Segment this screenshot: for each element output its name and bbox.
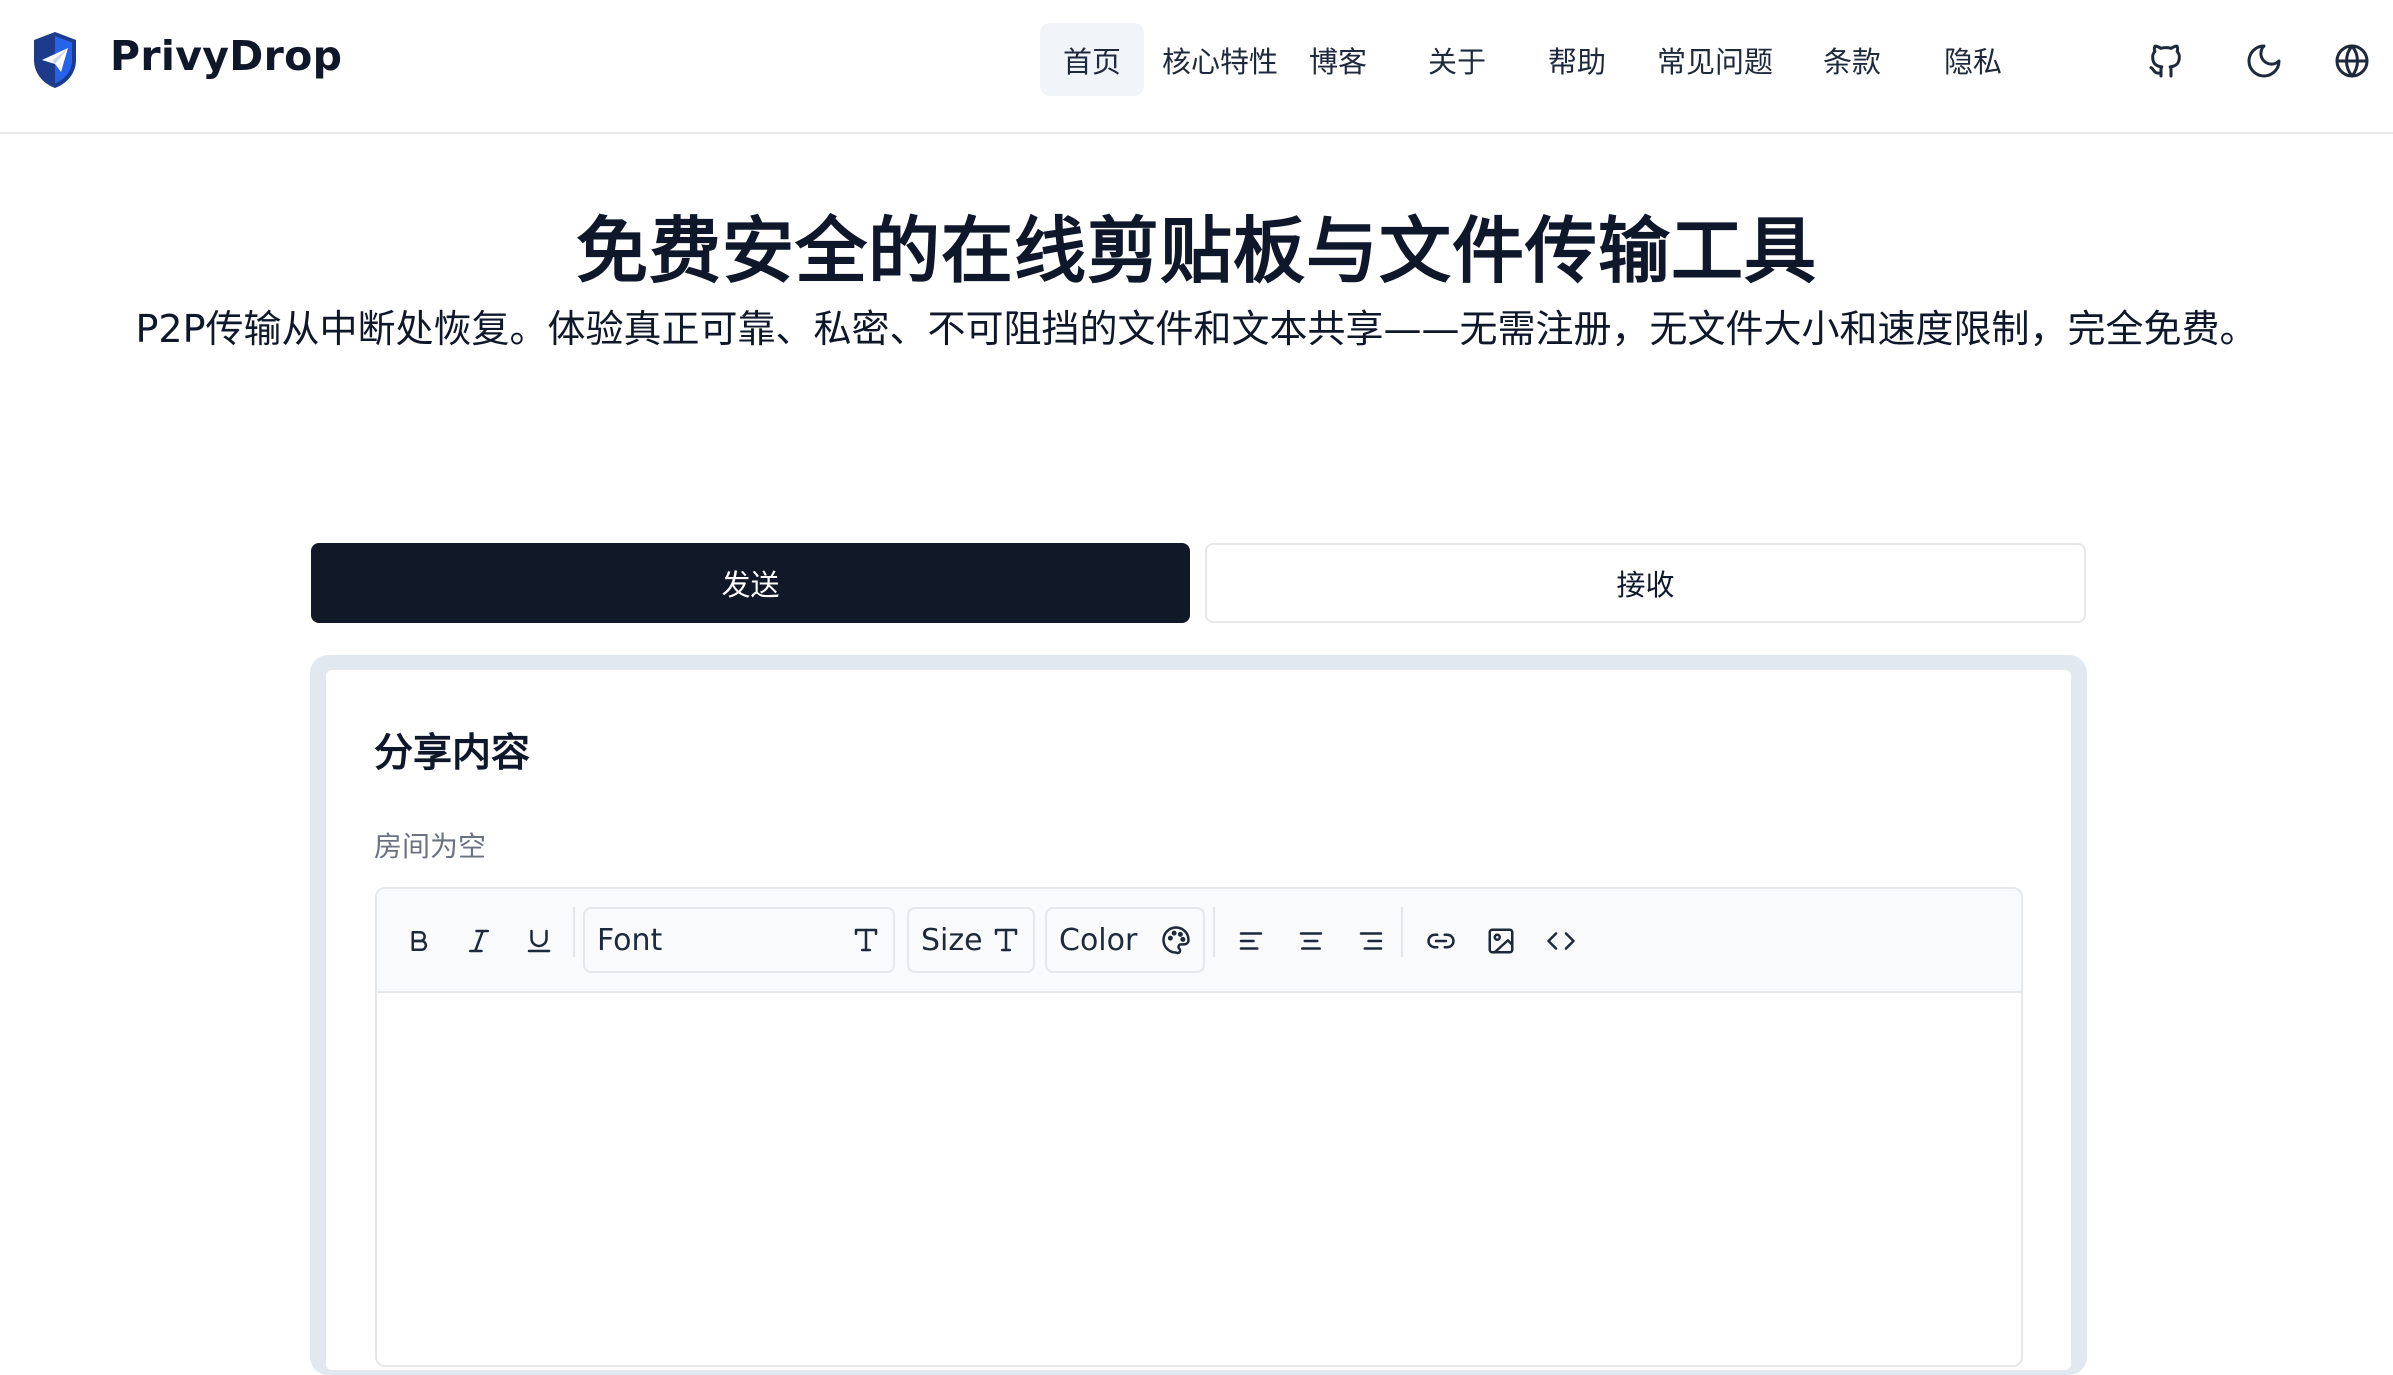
align-center-icon[interactable] bbox=[1289, 919, 1333, 963]
type-icon bbox=[994, 928, 1018, 952]
font-select[interactable]: Font bbox=[583, 907, 895, 973]
color-select[interactable]: Color bbox=[1045, 907, 1205, 973]
nav-item-terms[interactable]: 条款 bbox=[1808, 23, 1896, 96]
bold-icon[interactable] bbox=[397, 919, 441, 963]
nav-item-help[interactable]: 帮助 bbox=[1533, 23, 1621, 96]
toolbar-divider bbox=[1213, 907, 1215, 957]
nav-item-home[interactable]: 首页 bbox=[1040, 23, 1144, 96]
align-left-icon[interactable] bbox=[1229, 919, 1273, 963]
italic-icon[interactable] bbox=[457, 919, 501, 963]
tab-send[interactable]: 发送 bbox=[311, 543, 1190, 623]
main-nav: 首页 核心特性 博客 关于 帮助 常见问题 条款 隐私 bbox=[1040, 23, 2017, 96]
palette-icon bbox=[1162, 926, 1190, 955]
nav-item-about[interactable]: 关于 bbox=[1413, 23, 1501, 96]
moon-icon[interactable] bbox=[2238, 33, 2290, 89]
link-icon[interactable] bbox=[1419, 919, 1463, 963]
type-icon bbox=[854, 928, 878, 952]
rich-text-editor: Font Size Color bbox=[375, 887, 2023, 1367]
size-select[interactable]: Size bbox=[907, 907, 1035, 973]
top-navbar: PrivyDrop 首页 核心特性 博客 关于 帮助 常见问题 条款 隐私 bbox=[0, 0, 2393, 134]
hero-subtitle: P2P传输从中断处恢复。体验真正可靠、私密、不可阻挡的文件和文本共享——无需注册… bbox=[135, 307, 2258, 351]
editor-content-area[interactable] bbox=[377, 993, 2021, 1365]
github-icon[interactable] bbox=[2140, 33, 2192, 89]
card-title: 分享内容 bbox=[374, 731, 531, 776]
code-icon[interactable] bbox=[1539, 919, 1583, 963]
hero-title: 免费安全的在线剪贴板与文件传输工具 bbox=[575, 209, 1817, 293]
font-select-label: Font bbox=[597, 922, 663, 958]
nav-item-faq[interactable]: 常见问题 bbox=[1645, 23, 1785, 96]
globe-icon[interactable] bbox=[2326, 33, 2378, 89]
align-right-icon[interactable] bbox=[1349, 919, 1393, 963]
toolbar-divider bbox=[1401, 907, 1403, 957]
image-icon[interactable] bbox=[1479, 919, 1523, 963]
nav-item-blog[interactable]: 博客 bbox=[1294, 23, 1382, 96]
room-status: 房间为空 bbox=[374, 830, 487, 863]
brand-name[interactable]: PrivyDrop bbox=[110, 32, 342, 80]
size-select-label: Size bbox=[921, 922, 983, 958]
color-select-label: Color bbox=[1059, 922, 1138, 958]
privydrop-logo-icon[interactable] bbox=[30, 30, 80, 90]
tab-receive[interactable]: 接收 bbox=[1205, 543, 2086, 623]
editor-toolbar: Font Size Color bbox=[377, 889, 2021, 993]
underline-icon[interactable] bbox=[517, 919, 561, 963]
nav-item-features[interactable]: 核心特性 bbox=[1150, 23, 1290, 96]
nav-item-privacy[interactable]: 隐私 bbox=[1929, 23, 2017, 96]
toolbar-divider bbox=[573, 907, 575, 957]
